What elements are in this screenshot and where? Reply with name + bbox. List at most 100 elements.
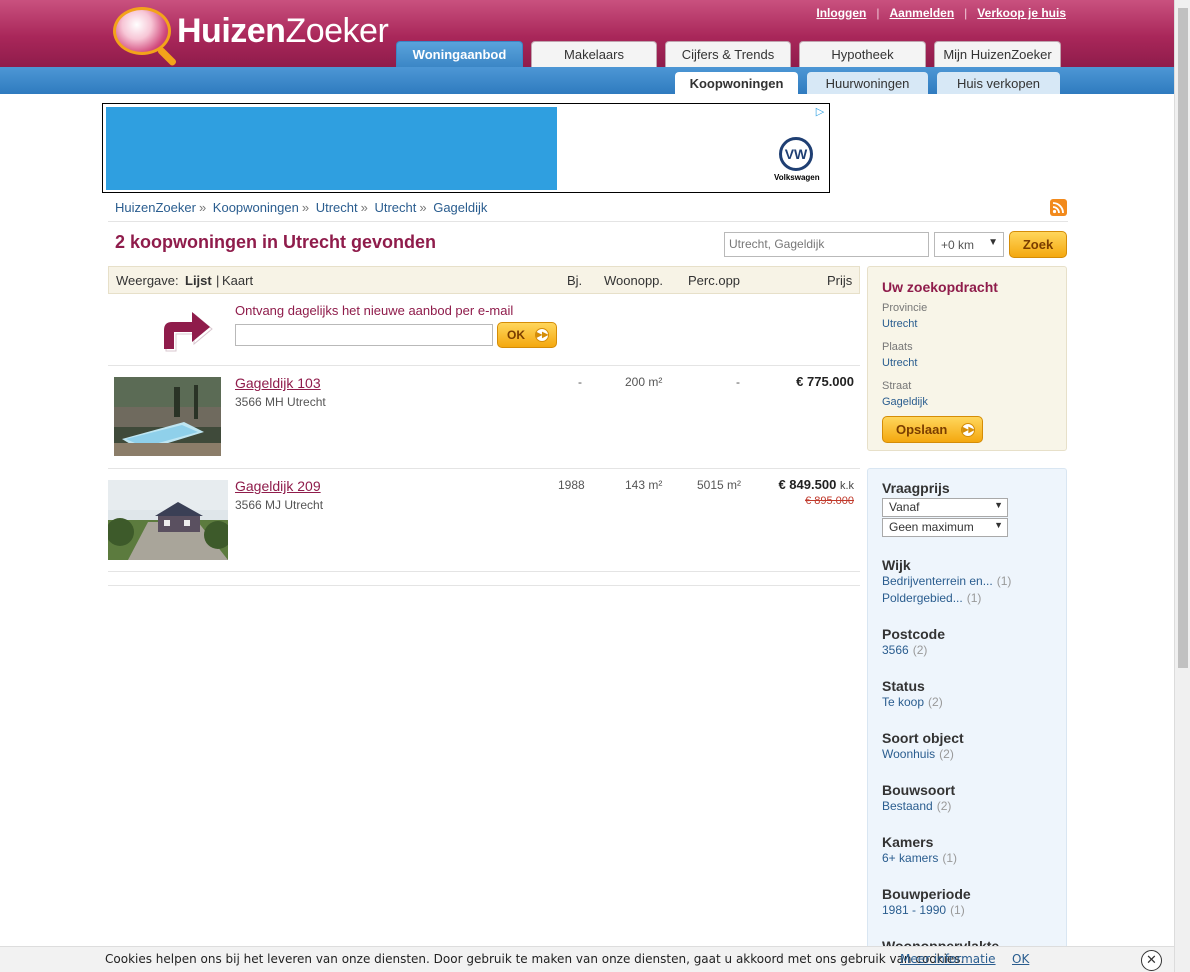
listing-old-price: € 895.000: [805, 495, 854, 507]
col-area-header[interactable]: Woonopp.: [604, 273, 663, 288]
filter-option-count: (1): [950, 903, 965, 917]
account-links: Inloggen | Aanmelden | Verkoop je huis: [816, 6, 1066, 20]
page-scrollbar[interactable]: [1174, 0, 1190, 972]
breadcrumb-province[interactable]: Utrecht: [316, 200, 358, 215]
listing-row[interactable]: Gageldijk 103 3566 MH Utrecht - 200 m² -…: [108, 366, 860, 469]
search-input[interactable]: Utrecht, Gageldijk: [724, 232, 929, 257]
filter-option[interactable]: Poldergebied... (1): [882, 591, 981, 605]
filter-title-bouwperiode: Bouwperiode: [882, 886, 971, 902]
street-value[interactable]: Gageldijk: [882, 396, 928, 408]
filter-option[interactable]: Te koop (2): [882, 695, 943, 709]
listing-plot-area: -: [736, 375, 740, 389]
filter-option-count: (2): [939, 747, 954, 761]
filter-option[interactable]: 1981 - 1990 (1): [882, 903, 965, 917]
rss-icon[interactable]: [1050, 199, 1067, 216]
listing-address-link[interactable]: Gageldijk 103: [235, 375, 321, 391]
price-min-select[interactable]: Vanaf ▼: [882, 498, 1008, 517]
breadcrumb-home[interactable]: HuizenZoeker: [115, 200, 196, 215]
adchoices-icon[interactable]: ▷: [813, 105, 827, 119]
listing-photo[interactable]: [114, 377, 221, 456]
turn-right-arrow-icon: [164, 312, 213, 352]
price-min-value: Vanaf: [889, 500, 920, 514]
logo-text: HuizenZoeker: [177, 11, 389, 50]
city-value[interactable]: Utrecht: [882, 357, 917, 369]
filter-option-label: Woonhuis: [882, 747, 936, 761]
tab-woningaanbod[interactable]: Woningaanbod: [396, 41, 523, 67]
search-button[interactable]: Zoek: [1009, 231, 1067, 258]
login-link[interactable]: Inloggen: [816, 6, 866, 20]
filter-option[interactable]: Bedrijventerrein en... (1): [882, 574, 1011, 588]
breadcrumb: HuizenZoeker» Koopwoningen» Utrecht» Utr…: [115, 200, 488, 215]
col-year-header[interactable]: Bj.: [567, 273, 582, 288]
sub-nav: Koopwoningen Huurwoningen Huis verkopen: [675, 72, 1060, 94]
tab-huis-verkopen[interactable]: Huis verkopen: [937, 72, 1060, 94]
tab-mijn-huizenzoeker[interactable]: Mijn HuizenZoeker: [934, 41, 1061, 67]
listing-address-link[interactable]: Gageldijk 209: [235, 478, 321, 494]
listing-photo[interactable]: [108, 480, 228, 560]
view-list-toggle[interactable]: Lijst: [185, 273, 212, 288]
filter-title-postcode: Postcode: [882, 626, 946, 642]
register-link[interactable]: Aanmelden: [889, 6, 954, 20]
listing-plot-area: 5015 m²: [697, 478, 742, 492]
breadcrumb-city[interactable]: Utrecht: [374, 200, 416, 215]
filter-option[interactable]: 3566 (2): [882, 643, 927, 657]
view-label: Weergave:: [116, 273, 179, 288]
sell-house-link[interactable]: Verkoop je huis: [977, 6, 1066, 20]
tab-makelaars[interactable]: Makelaars: [531, 41, 657, 67]
close-icon[interactable]: ✕: [1141, 950, 1162, 971]
price-max-select[interactable]: Geen maximum ▼: [882, 518, 1008, 537]
province-value[interactable]: Utrecht: [882, 318, 917, 330]
cookie-ok-link[interactable]: OK: [1012, 952, 1029, 966]
filter-option-count: (2): [928, 695, 943, 709]
listing-postcode: 3566 MH Utrecht: [235, 395, 326, 409]
site-logo[interactable]: HuizenZoeker: [113, 6, 389, 56]
ok-label: OK: [507, 328, 525, 342]
filter-title-wijk: Wijk: [882, 557, 911, 573]
filter-option[interactable]: Bestaand (2): [882, 799, 951, 813]
email-alert-input[interactable]: [235, 324, 493, 346]
divider: [108, 221, 1068, 222]
listing-living-area: 143 m²: [625, 478, 663, 492]
listing-row[interactable]: Gageldijk 209 3566 MJ Utrecht 1988 143 m…: [108, 469, 860, 572]
email-alert-ok-button[interactable]: OK ▶▶: [497, 322, 557, 348]
divider: [108, 585, 860, 586]
cookie-text: Cookies helpen ons bij het leveren van o…: [105, 952, 965, 966]
scrollbar-thumb[interactable]: [1178, 8, 1188, 668]
cookie-more-info-link[interactable]: Meer informatie: [900, 952, 996, 966]
tab-huurwoningen[interactable]: Huurwoningen: [807, 72, 928, 94]
forward-icon: ▶▶: [961, 422, 976, 437]
filters-panel: Vraagprijs Vanaf ▼ Geen maximum ▼ Wijk Bed…: [867, 468, 1067, 972]
tab-cijfers-trends[interactable]: Cijfers & Trends: [665, 41, 791, 67]
filter-option[interactable]: 6+ kamers (1): [882, 851, 957, 865]
logo-magnifier-icon: [113, 7, 171, 55]
listing-price: € 849.500 k.k: [778, 477, 854, 492]
radius-value: +0 km: [941, 238, 975, 252]
breadcrumb-koopwoningen[interactable]: Koopwoningen: [213, 200, 299, 215]
filter-title-price: Vraagprijs: [882, 480, 950, 496]
filter-option-count: (2): [912, 643, 928, 657]
col-price-header[interactable]: Prijs: [827, 273, 852, 288]
filter-option-count: (1): [996, 574, 1012, 588]
radius-select[interactable]: +0 km ▼: [934, 232, 1004, 257]
filter-option[interactable]: Woonhuis (2): [882, 747, 954, 761]
listing-price: € 775.000: [796, 374, 854, 389]
filter-option-label: Bedrijventerrein en...: [882, 574, 993, 588]
advertisement-banner[interactable]: VW Volkswagen ▷: [102, 103, 830, 193]
filter-option-label: Te koop: [882, 695, 925, 709]
tab-hypotheek[interactable]: Hypotheek: [799, 41, 926, 67]
filter-option-label: 6+ kamers: [882, 851, 939, 865]
view-separator: |: [216, 273, 220, 288]
save-search-button[interactable]: Opslaan ▶▶: [882, 416, 983, 443]
listing-year: 1988: [558, 478, 585, 492]
breadcrumb-street[interactable]: Gageldijk: [433, 200, 487, 215]
street-label: Straat: [882, 380, 912, 392]
view-map-toggle[interactable]: Kaart: [222, 273, 253, 288]
chevron-down-icon: ▼: [988, 237, 998, 248]
col-plot-header[interactable]: Perc.opp: [688, 273, 740, 288]
filter-option-label: Bestaand: [882, 799, 933, 813]
search-summary-panel: Uw zoekopdracht Provincie Utrecht Plaats…: [867, 266, 1067, 451]
listing-year: -: [578, 375, 582, 389]
save-label: Opslaan: [896, 422, 948, 437]
filter-title-bouwsoort: Bouwsoort: [882, 782, 956, 798]
tab-koopwoningen[interactable]: Koopwoningen: [675, 72, 798, 94]
